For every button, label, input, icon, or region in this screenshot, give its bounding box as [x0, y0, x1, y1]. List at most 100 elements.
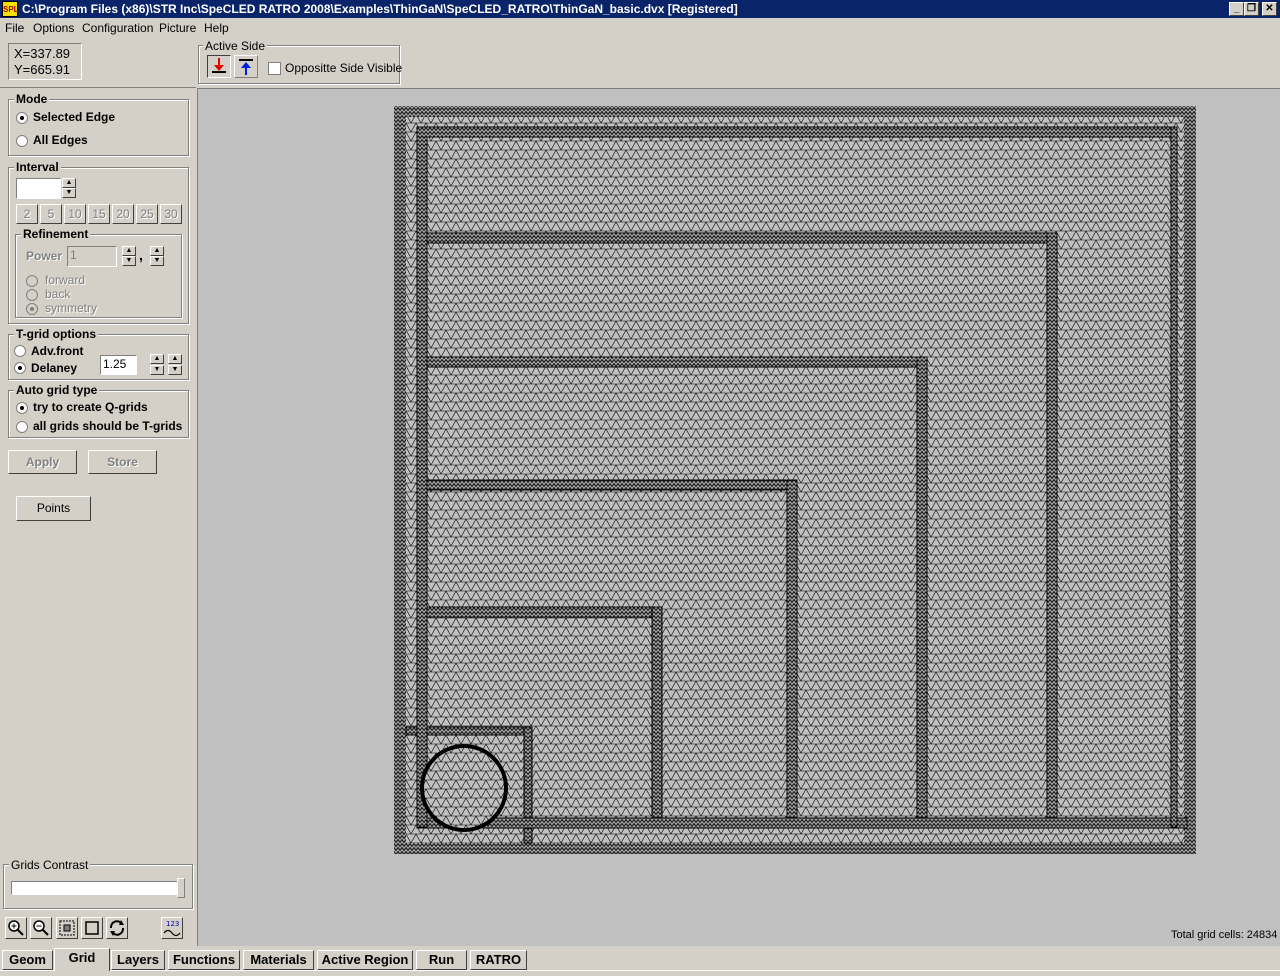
tgrid-adv-front-radio[interactable] — [14, 345, 26, 357]
mode-label: Mode — [14, 92, 50, 106]
interval-group: Interval ▲ ▼ 2 5 10 15 20 25 30 Refineme… — [8, 160, 189, 324]
active-side-label: Active Side — [203, 39, 268, 53]
grids-contrast-track[interactable] — [11, 881, 185, 895]
mode-selected-edge-radio[interactable] — [16, 112, 28, 124]
refinement-back-radio[interactable] — [26, 289, 38, 301]
active-side-group: Active Side Oppositte Side Visible — [198, 39, 403, 84]
opposite-side-label: Oppositte Side Visible — [285, 61, 403, 75]
power2-spin-down[interactable]: ▼ — [150, 256, 164, 266]
tab-run[interactable]: Run — [416, 950, 467, 970]
numbering-icon[interactable]: 123 — [161, 917, 183, 939]
grid-mesh-canvas[interactable] — [196, 105, 1196, 865]
back-side-button[interactable] — [234, 55, 258, 78]
store-button[interactable]: Store — [88, 450, 157, 474]
zoom-window-icon[interactable] — [56, 917, 78, 939]
interval-label: Interval — [14, 160, 61, 174]
auto-grid-type-label: Auto grid type — [14, 383, 100, 397]
tab-functions[interactable]: Functions — [168, 950, 240, 970]
mesh-strip-7 — [416, 606, 663, 618]
arrow-down-icon — [212, 58, 226, 73]
tab-grid[interactable]: Grid — [54, 948, 110, 971]
apply-button[interactable]: Apply — [8, 450, 77, 474]
x-coordinate: X=337.89 — [14, 46, 71, 61]
tgrid-spin-down-1[interactable]: ▼ — [150, 365, 164, 375]
coordinate-readout: X=337.89 Y=665.91 — [8, 43, 82, 80]
zoom-fit-icon[interactable] — [81, 917, 103, 939]
mesh-strip-8 — [651, 606, 663, 829]
mesh-strip-top — [416, 126, 1178, 138]
grids-contrast-label: Grids Contrast — [9, 858, 91, 872]
tab-layers[interactable]: Layers — [111, 950, 165, 970]
svg-text:123: 123 — [166, 920, 179, 928]
interval-preset-15[interactable]: 15 — [88, 204, 110, 224]
refresh-icon[interactable] — [106, 917, 128, 939]
tgrid-delaney-label: Delaney — [31, 361, 78, 375]
tab-geom[interactable]: Geom — [2, 950, 53, 970]
tgrid-delaney-radio[interactable] — [14, 362, 26, 374]
tgrid-value-input[interactable]: 1.25 — [100, 355, 137, 375]
power-label: Power — [26, 249, 63, 263]
mesh-strip-5 — [416, 479, 798, 491]
restore-button[interactable]: ❐ — [1244, 2, 1259, 16]
points-button[interactable]: Points — [16, 496, 91, 521]
interval-preset-30[interactable]: 30 — [160, 204, 182, 224]
interval-preset-5[interactable]: 5 — [40, 204, 62, 224]
tgrid-spin-up-1[interactable]: ▲ — [150, 354, 164, 364]
tgrid-spin-down-2[interactable]: ▼ — [168, 365, 182, 375]
mesh-circle-region — [420, 744, 508, 832]
refinement-label: Refinement — [21, 227, 91, 241]
minimize-button[interactable]: _ — [1229, 2, 1244, 16]
interval-spin-down[interactable]: ▼ — [62, 188, 76, 198]
tgrid-options-group: T-grid options Adv.front Delaney 1.25 ▲ … — [8, 327, 189, 380]
close-button[interactable]: ✕ — [1262, 2, 1277, 16]
grids-contrast-slider-thumb[interactable] — [177, 878, 185, 898]
interval-input[interactable] — [16, 178, 61, 199]
menu-help[interactable]: Help — [204, 21, 229, 35]
power2-spin-up[interactable]: ▲ — [150, 246, 164, 256]
tgrid-options-label: T-grid options — [14, 327, 98, 341]
mesh-strip-bottom — [416, 817, 1188, 829]
y-coordinate: Y=665.91 — [14, 62, 71, 77]
power-input[interactable]: 1 — [67, 246, 117, 267]
interval-preset-10[interactable]: 10 — [64, 204, 86, 224]
power-spin-up[interactable]: ▲ — [122, 246, 136, 256]
power-comma: , — [139, 247, 143, 263]
tgrid-spin-up-2[interactable]: ▲ — [168, 354, 182, 364]
front-side-button[interactable] — [207, 55, 231, 78]
interval-preset-20[interactable]: 20 — [112, 204, 134, 224]
menu-configuration[interactable]: Configuration — [82, 21, 153, 35]
menu-bar: File Options Configuration Picture Help — [0, 19, 1280, 37]
auto-grid-tgrids-label: all grids should be T-grids — [33, 419, 183, 433]
auto-grid-tgrids-radio[interactable] — [16, 421, 28, 433]
window-title: C:\Program Files (x86)\STR Inc\SpeCLED R… — [22, 2, 738, 16]
auto-grid-type-group: Auto grid type try to create Q-grids all… — [8, 383, 189, 438]
mesh-strip-6 — [786, 479, 798, 829]
refinement-forward-label: forward — [45, 273, 86, 287]
tab-active-region[interactable]: Active Region — [317, 950, 413, 970]
tab-ratro[interactable]: RATRO — [470, 950, 527, 970]
refinement-forward-radio[interactable] — [26, 275, 38, 287]
mesh-strip-right — [1170, 126, 1178, 828]
zoom-in-icon[interactable] — [5, 917, 27, 939]
arrow-up-icon — [239, 59, 253, 75]
menu-file[interactable]: File — [5, 21, 24, 35]
refinement-back-label: back — [45, 287, 71, 301]
mesh-strip-2 — [1046, 232, 1058, 829]
interval-spin-up[interactable]: ▲ — [62, 178, 76, 188]
mode-selected-edge-label: Selected Edge — [33, 110, 116, 124]
refinement-symmetry-radio[interactable] — [26, 303, 38, 315]
menu-picture[interactable]: Picture — [159, 21, 196, 35]
power-spin-down[interactable]: ▼ — [122, 256, 136, 266]
interval-preset-2[interactable]: 2 — [16, 204, 38, 224]
opposite-side-checkbox[interactable] — [268, 62, 281, 75]
tab-materials[interactable]: Materials — [243, 950, 314, 970]
panel-divider — [0, 87, 196, 88]
mode-all-edges-radio[interactable] — [16, 135, 28, 147]
mode-all-edges-label: All Edges — [33, 133, 88, 147]
zoom-out-icon[interactable] — [30, 917, 52, 939]
total-grid-cells: Total grid cells: 24834 — [1171, 929, 1278, 941]
auto-grid-qgrids-radio[interactable] — [16, 402, 28, 414]
menu-options[interactable]: Options — [33, 21, 74, 35]
interval-preset-25[interactable]: 25 — [136, 204, 158, 224]
mesh-strip-4 — [916, 356, 928, 829]
